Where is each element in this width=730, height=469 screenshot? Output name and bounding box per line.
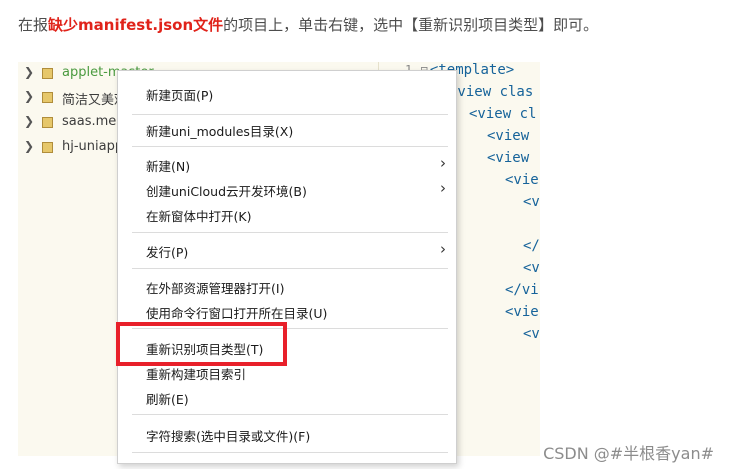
- menu-item-label: 发行(P): [146, 245, 189, 260]
- chevron-right-icon[interactable]: ❯: [24, 89, 34, 103]
- annotation-highlight-box: [116, 322, 287, 366]
- code-text: <vie: [505, 304, 539, 320]
- menu-item-open-explorer[interactable]: 在外部资源管理器打开(I): [118, 274, 456, 298]
- intro-after: 的项目上，单击右键，选中【重新识别项目类型】即可。: [223, 16, 599, 34]
- code-text: <view clas: [449, 84, 534, 100]
- chevron-right-icon: ›: [440, 179, 446, 197]
- code-text: <v: [523, 260, 540, 276]
- code-text: <view: [487, 150, 530, 166]
- code-text: <view cl: [469, 106, 537, 122]
- code-line: </vi: [505, 282, 539, 304]
- menu-item-open-new-window[interactable]: 在新窗体中打开(K): [118, 202, 456, 226]
- menu-separator: [132, 414, 448, 415]
- menu-item-new-uni-modules[interactable]: 新建uni_modules目录(X): [118, 117, 456, 141]
- code-line: <view cl: [469, 106, 536, 128]
- menu-item-publish[interactable]: 发行(P) ›: [118, 238, 456, 262]
- menu-item-label: 字符搜索(选中目录或文件)(F): [146, 429, 311, 444]
- menu-item-new-page[interactable]: 新建页面(P): [118, 81, 456, 105]
- intro-highlight: 缺少manifest.json文件: [48, 16, 224, 34]
- code-text: <v: [523, 194, 540, 210]
- code-text: </vi: [505, 282, 539, 298]
- code-line: <v: [523, 194, 540, 216]
- chevron-right-icon[interactable]: ❯: [24, 114, 34, 128]
- project-icon: [42, 68, 53, 79]
- code-line: <v: [523, 326, 540, 348]
- menu-item-label: 新建(N): [146, 159, 191, 174]
- context-menu: 新建页面(P) 新建uni_modules目录(X) 新建(N) › 创建uniC…: [117, 70, 457, 464]
- watermark: CSDN @#半根香yan#: [543, 444, 714, 463]
- code-text: </: [523, 238, 540, 254]
- intro-sentence: 在报缺少manifest.json文件的项目上，单击右键，选中【重新识别项目类型…: [18, 14, 718, 36]
- menu-item-create-unicloud[interactable]: 创建uniCloud云开发环境(B) ›: [118, 177, 456, 201]
- menu-separator: [132, 452, 448, 453]
- menu-item-label: 刷新(E): [146, 392, 189, 407]
- chevron-right-icon: ›: [440, 154, 446, 172]
- menu-item-open-terminal[interactable]: 使用命令行窗口打开所在目录(U): [118, 299, 456, 323]
- project-icon: [42, 92, 53, 103]
- menu-item-new[interactable]: 新建(N) ›: [118, 152, 456, 176]
- tree-item-label: hj-uniapp: [62, 139, 124, 154]
- chevron-right-icon[interactable]: ❯: [24, 139, 34, 153]
- code-line: </: [523, 238, 540, 260]
- intro-before: 在报: [18, 16, 49, 34]
- menu-item-char-search[interactable]: 字符搜索(选中目录或文件)(F): [118, 422, 456, 446]
- code-text: <v: [523, 326, 540, 342]
- menu-item-refresh[interactable]: 刷新(E): [118, 385, 456, 409]
- menu-item-label: 新建页面(P): [146, 88, 214, 103]
- chevron-right-icon[interactable]: ❯: [24, 65, 34, 79]
- chevron-right-icon: ›: [440, 240, 446, 258]
- menu-separator: [132, 114, 448, 115]
- code-text: <view: [487, 128, 530, 144]
- code-line: <vie: [505, 172, 539, 194]
- code-text: <vie: [505, 172, 539, 188]
- menu-item-label: 新建uni_modules目录(X): [146, 124, 294, 139]
- code-line: <view: [487, 150, 529, 172]
- menu-separator: [132, 232, 448, 233]
- project-icon: [42, 117, 53, 128]
- menu-item-label: 重新构建项目索引: [146, 367, 247, 382]
- menu-separator: [132, 146, 448, 147]
- code-line: <vie: [505, 304, 539, 326]
- project-icon: [42, 142, 53, 153]
- code-line: <v: [523, 260, 540, 282]
- menu-item-label: 创建uniCloud云开发环境(B): [146, 184, 307, 199]
- code-line: <view: [487, 128, 529, 150]
- menu-separator: [132, 268, 448, 269]
- menu-item-label: 使用命令行窗口打开所在目录(U): [146, 306, 328, 321]
- menu-item-label: 在新窗体中打开(K): [146, 209, 252, 224]
- menu-item-label: 在外部资源管理器打开(I): [146, 281, 285, 296]
- code-line: <view clas: [449, 84, 533, 106]
